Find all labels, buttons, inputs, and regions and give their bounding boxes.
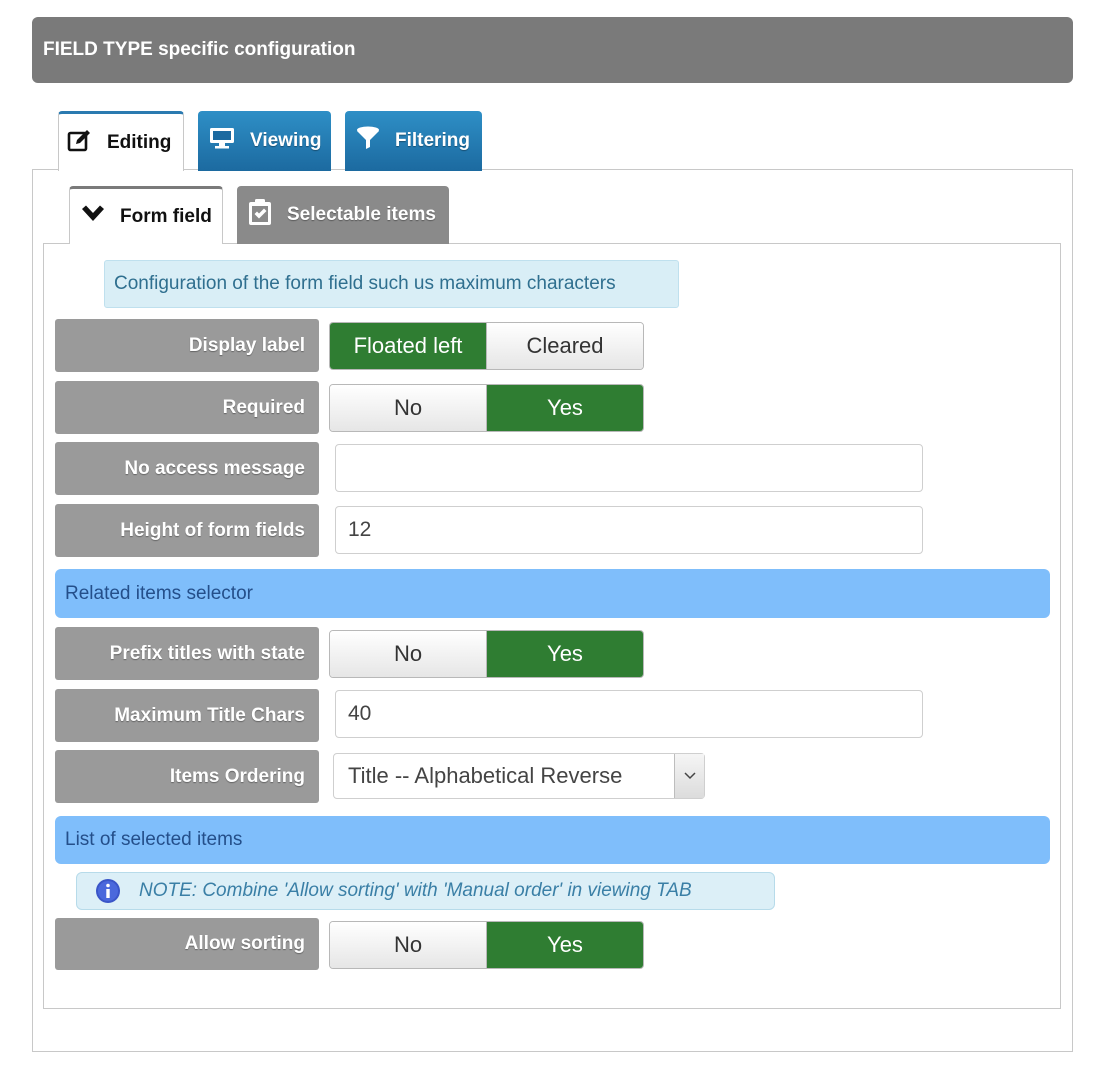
tab-viewing[interactable]: Viewing [198,111,331,171]
option-no[interactable]: No [330,631,486,677]
clipboard-check-icon [247,198,273,232]
label-items-ordering: Items Ordering [55,750,319,803]
option-label: Yes [547,395,583,420]
option-label: No [393,395,423,420]
option-no[interactable]: No [330,385,486,431]
tab-viewing-label: Viewing [250,130,322,151]
info-message: Configuration of the form field such us … [104,260,679,308]
section-title: Related items selector [65,582,253,604]
height-of-form-fields-input[interactable]: 12 [335,506,923,554]
tab-editing-label: Editing [107,131,172,153]
config-header-title: FIELD TYPE specific configuration [43,39,356,60]
label-text: Items Ordering [169,765,305,787]
note-text: NOTE: Combine 'Allow sorting' with 'Manu… [139,880,692,901]
label-text: Allow sorting [184,933,305,954]
section-related-items-selector: Related items selector [55,569,1050,618]
subtab-form-field[interactable]: Form field [69,186,223,244]
allow-sorting-toggle: No Yes [329,921,644,969]
option-label: No [393,641,423,666]
option-label: Cleared [526,333,604,358]
info-message-text: Configuration of the form field such us … [114,273,616,294]
prefix-titles-toggle: No Yes [329,630,644,678]
no-access-message-input[interactable] [335,444,923,492]
input-value: 12 [348,518,372,541]
display-label-toggle: Floated left Cleared [329,322,644,370]
option-label: No [393,932,423,957]
label-text: Prefix titles with state [109,642,305,664]
label-display-label: Display label [55,319,319,372]
label-text: No access message [124,457,305,479]
label-no-access-message: No access message [55,442,319,495]
info-icon [95,878,121,904]
option-cleared[interactable]: Cleared [486,323,643,369]
tab-filtering[interactable]: Filtering [345,111,482,171]
note-message: NOTE: Combine 'Allow sorting' with 'Manu… [76,872,775,910]
items-ordering-select[interactable]: Title -- Alphabetical Reverse [333,753,705,799]
tab-editing[interactable]: Editing [58,111,184,171]
label-prefix-titles-with-state: Prefix titles with state [55,627,319,680]
label-text: Maximum Title Chars [114,704,305,726]
section-title: List of selected items [65,829,243,850]
option-yes[interactable]: Yes [486,631,643,677]
config-header: FIELD TYPE specific configuration [32,17,1073,83]
option-floated-left[interactable]: Floated left [330,323,486,369]
select-value: Title -- Alphabetical Reverse [348,763,623,788]
subtab-selectable-items-label: Selectable items [287,204,436,225]
label-text: Display label [188,334,305,356]
subtab-selectable-items[interactable]: Selectable items [237,186,449,244]
option-no[interactable]: No [330,922,486,968]
option-yes[interactable]: Yes [486,385,643,431]
required-toggle: No Yes [329,384,644,432]
filter-icon [355,125,381,157]
edit-icon [67,128,93,158]
chevron-down-icon [674,754,704,798]
label-height-of-form-fields: Height of form fields [55,504,319,557]
label-maximum-title-chars: Maximum Title Chars [55,689,319,742]
subtab-form-field-label: Form field [120,205,212,227]
option-label: Floated left [353,333,463,358]
input-value: 40 [348,702,372,725]
option-label: Yes [547,641,583,666]
chevron-down-icon [80,204,106,230]
section-list-of-selected-items: List of selected items [55,816,1050,864]
tab-filtering-label: Filtering [395,130,470,151]
option-yes[interactable]: Yes [486,922,643,968]
maximum-title-chars-input[interactable]: 40 [335,690,923,738]
label-text: Height of form fields [120,519,305,541]
option-label: Yes [547,932,583,957]
label-required: Required [55,381,319,434]
label-allow-sorting: Allow sorting [55,918,319,970]
monitor-icon [208,126,236,156]
label-text: Required [222,396,305,418]
